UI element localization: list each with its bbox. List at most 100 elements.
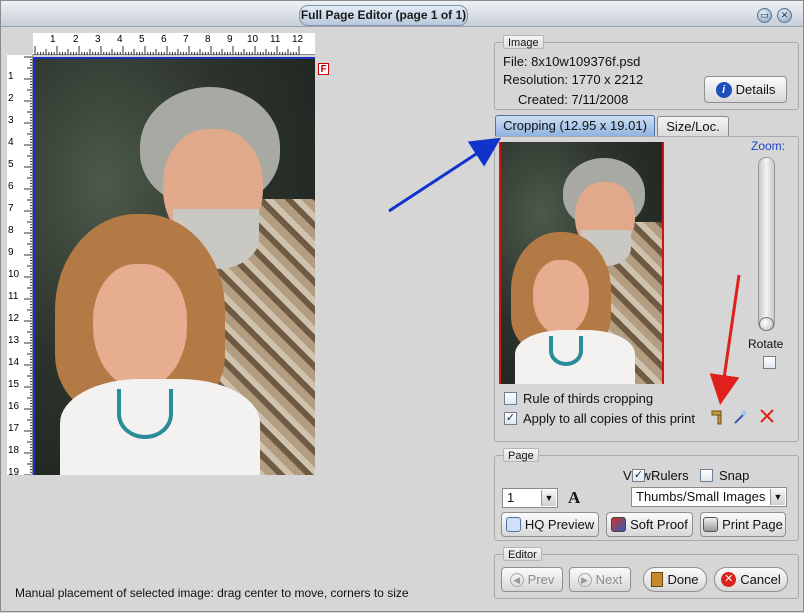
prev-button[interactable]: ◀ Prev xyxy=(501,567,563,592)
tab-cropping[interactable]: Cropping (12.95 x 19.01) xyxy=(495,115,655,136)
ruler-number-10: 10 xyxy=(8,269,20,280)
tab-size-loc[interactable]: Size/Loc. xyxy=(657,116,729,137)
font-icon[interactable]: A xyxy=(568,488,580,508)
details-button[interactable]: i Details xyxy=(704,76,787,103)
view-mode-select[interactable]: Thumbs/Small Images ▼ xyxy=(631,487,787,507)
ruler-number-11: 11 xyxy=(270,34,281,45)
ruler-number-16: 16 xyxy=(8,401,20,412)
file-info: File: 8x10w109376f.psd xyxy=(503,54,641,69)
editor-group: Editor ◀ Prev ▶ Next Done ✕ Cancel xyxy=(494,547,799,599)
window-title: Full Page Editor (page 1 of 1) xyxy=(299,5,468,26)
rule-of-thirds-checkbox[interactable] xyxy=(504,392,517,405)
ruler-number-9: 9 xyxy=(8,247,14,258)
print-page-label: Print Page xyxy=(722,517,783,532)
magnifier-page-icon xyxy=(505,517,521,532)
ruler-number-3: 3 xyxy=(95,34,101,45)
ruler-number-5: 5 xyxy=(139,34,145,45)
zoom-slider-thumb[interactable] xyxy=(759,317,774,331)
zoom-label: Zoom: xyxy=(751,139,786,153)
magic-wand-icon[interactable] xyxy=(732,409,748,425)
snap-label: Snap xyxy=(719,468,750,483)
minimize-icon[interactable]: ▭ xyxy=(757,8,772,23)
page-canvas[interactable] xyxy=(33,57,315,475)
created-info: Created: 7/11/2008 xyxy=(518,92,629,107)
next-arrow-icon: ▶ xyxy=(577,572,592,587)
ruler-number-14: 14 xyxy=(8,357,20,368)
rotate-label: Rotate xyxy=(748,337,784,351)
ruler-number-9: 9 xyxy=(227,34,233,45)
title-bar: Full Page Editor (page 1 of 1) ▭ ✕ xyxy=(1,1,803,27)
next-label: Next xyxy=(595,572,623,587)
vertical-ruler: 1 2 3 4 5 6 7 8 9 10 11 12 13 14 15 16 1… xyxy=(7,55,33,475)
ruler-corner-marker: F xyxy=(318,63,329,75)
crop-tool-icon[interactable] xyxy=(710,409,724,425)
done-label: Done xyxy=(667,572,699,587)
apply-all-checkbox[interactable]: ✓ xyxy=(504,412,517,425)
crop-preview-image[interactable] xyxy=(499,142,664,384)
prev-arrow-icon: ◀ xyxy=(509,572,524,587)
rulers-label: Rulers xyxy=(651,468,689,483)
horizontal-ruler: 1 2 3 4 5 6 7 8 9 10 11 12 xyxy=(33,33,315,55)
image-group-title: Image xyxy=(503,35,544,49)
apply-all-label: Apply to all copies of this print xyxy=(523,411,695,426)
portrait-photo[interactable] xyxy=(35,59,315,475)
cancel-icon: ✕ xyxy=(721,572,737,587)
ruler-number-4: 4 xyxy=(8,137,14,148)
page-group: Page View: ✓ Rulers Snap 1 ▼ A Thumbs/Sm… xyxy=(494,448,799,541)
full-page-editor-window: Full Page Editor (page 1 of 1) ▭ ✕ 1 2 3… xyxy=(0,0,804,612)
ruler-number-6: 6 xyxy=(8,181,14,192)
snap-checkbox[interactable] xyxy=(700,469,713,482)
next-button[interactable]: ▶ Next xyxy=(569,567,631,592)
door-icon xyxy=(651,572,664,587)
ruler-number-12: 12 xyxy=(8,313,20,324)
ruler-number-3: 3 xyxy=(8,115,14,126)
info-icon: i xyxy=(715,81,732,98)
ruler-number-1: 1 xyxy=(8,71,14,82)
status-text: Manual placement of selected image: drag… xyxy=(15,586,409,600)
ruler-number-4: 4 xyxy=(117,34,123,45)
resolution-info: Resolution: 1770 x 2212 xyxy=(503,72,644,87)
ruler-number-17: 17 xyxy=(8,423,20,434)
ruler-number-10: 10 xyxy=(247,34,259,45)
chevron-down-icon: ▼ xyxy=(770,489,785,505)
image-group: Image File: 8x10w109376f.psd Resolution:… xyxy=(494,35,799,110)
ruler-number-7: 7 xyxy=(8,203,14,214)
reset-crop-icon[interactable] xyxy=(759,408,775,424)
ruler-number-18: 18 xyxy=(8,445,20,456)
chevron-down-icon: ▼ xyxy=(541,490,556,506)
ruler-number-7: 7 xyxy=(183,34,189,45)
ruler-number-6: 6 xyxy=(161,34,167,45)
cancel-label: Cancel xyxy=(740,572,781,587)
soft-proof-button[interactable]: Soft Proof xyxy=(606,512,693,537)
details-label: Details xyxy=(735,82,776,97)
zoom-slider[interactable] xyxy=(758,157,775,331)
prev-label: Prev xyxy=(527,572,555,587)
ruler-number-15: 15 xyxy=(8,379,20,390)
soft-proof-icon xyxy=(611,517,627,532)
rotate-checkbox[interactable] xyxy=(763,356,776,369)
view-mode-value: Thumbs/Small Images xyxy=(636,489,766,504)
crop-panel: Zoom: Rotate Rule of thirds cropping ✓ A… xyxy=(494,136,799,442)
editor-group-title: Editor xyxy=(503,547,542,561)
ruler-number-8: 8 xyxy=(8,225,14,236)
ruler-number-5: 5 xyxy=(8,159,14,170)
page-number-select[interactable]: 1 ▼ xyxy=(502,488,558,508)
ruler-number-2: 2 xyxy=(8,93,14,104)
close-window-icon[interactable]: ✕ xyxy=(777,8,792,23)
ruler-number-19: 19 xyxy=(8,467,20,475)
cancel-button[interactable]: ✕ Cancel xyxy=(714,567,788,592)
print-page-button[interactable]: Print Page xyxy=(700,512,786,537)
page-number-value: 1 xyxy=(507,490,515,505)
rule-of-thirds-label: Rule of thirds cropping xyxy=(523,391,654,406)
ruler-number-12: 12 xyxy=(292,34,304,45)
hq-preview-label: HQ Preview xyxy=(524,517,595,532)
soft-proof-label: Soft Proof xyxy=(630,517,688,532)
done-button[interactable]: Done xyxy=(643,567,707,592)
page-group-title: Page xyxy=(503,448,539,462)
printer-icon xyxy=(703,517,719,532)
hq-preview-button[interactable]: HQ Preview xyxy=(501,512,599,537)
ruler-number-11: 11 xyxy=(8,291,19,302)
ruler-number-1: 1 xyxy=(50,34,56,45)
blue-annotation-arrow xyxy=(388,137,502,213)
rulers-checkbox[interactable]: ✓ xyxy=(632,469,645,482)
